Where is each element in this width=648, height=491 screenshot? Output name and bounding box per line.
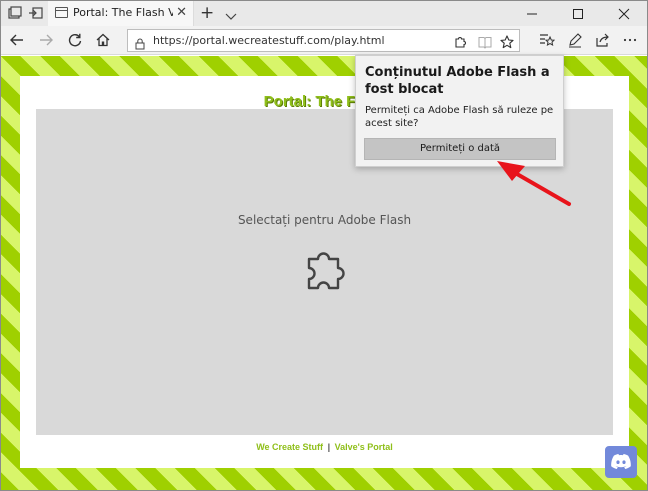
plugin-puzzle-icon[interactable] <box>304 247 348 297</box>
discord-icon[interactable] <box>605 446 637 478</box>
popup-title: Conținutul Adobe Flash a fost blocat <box>365 65 550 97</box>
browser-window: Portal: The Flash Version ✕ + <box>0 0 648 491</box>
favorites-hub-icon[interactable] <box>539 32 556 48</box>
set-aside-tabs-icon[interactable] <box>7 5 23 21</box>
share-icon[interactable] <box>595 32 611 48</box>
navigation-bar: https://portal.wecreatestuff.com/play.ht… <box>1 26 647 55</box>
close-window-icon[interactable] <box>601 1 647 26</box>
popup-message: Permiteți ca Adobe Flash să ruleze pe ac… <box>365 105 554 129</box>
red-arrow-annotation <box>495 157 575 213</box>
address-bar[interactable]: https://portal.wecreatestuff.com/play.ht… <box>127 29 520 52</box>
refresh-icon[interactable] <box>67 32 83 48</box>
back-icon[interactable] <box>9 32 25 48</box>
footer-link-we-create-stuff[interactable]: We Create Stuff <box>256 442 323 452</box>
reading-view-icon[interactable] <box>478 34 492 53</box>
page-favicon-icon <box>55 7 68 18</box>
tab-active[interactable]: Portal: The Flash Version ✕ <box>48 1 194 26</box>
footer-link-valves-portal[interactable]: Valve's Portal <box>335 442 393 452</box>
flash-blocked-popup: Conținutul Adobe Flash a fost blocat Per… <box>355 55 564 167</box>
footer-separator: | <box>327 442 331 452</box>
restore-tabs-icon[interactable] <box>28 5 44 21</box>
lock-icon[interactable] <box>135 35 145 54</box>
forward-icon[interactable] <box>38 32 54 48</box>
page-footer: We Create Stuff | Valve's Portal <box>20 442 629 452</box>
url-text[interactable]: https://portal.wecreatestuff.com/play.ht… <box>153 34 385 47</box>
maximize-icon[interactable] <box>555 1 601 26</box>
pen-icon[interactable] <box>567 32 583 48</box>
favorite-star-icon[interactable] <box>500 34 514 53</box>
close-tab-icon[interactable]: ✕ <box>176 5 187 21</box>
new-tab-icon[interactable]: + <box>200 3 214 23</box>
flash-placeholder-label[interactable]: Selectați pentru Adobe Flash <box>36 213 613 227</box>
tab-title: Portal: The Flash Version <box>73 6 173 19</box>
tab-strip: Portal: The Flash Version ✕ + <box>1 1 647 26</box>
chevron-down-icon[interactable] <box>225 7 237 26</box>
puzzle-blocked-icon[interactable] <box>453 34 467 53</box>
more-icon[interactable] <box>622 32 638 48</box>
home-icon[interactable] <box>95 32 111 48</box>
minimize-icon[interactable] <box>509 1 555 26</box>
